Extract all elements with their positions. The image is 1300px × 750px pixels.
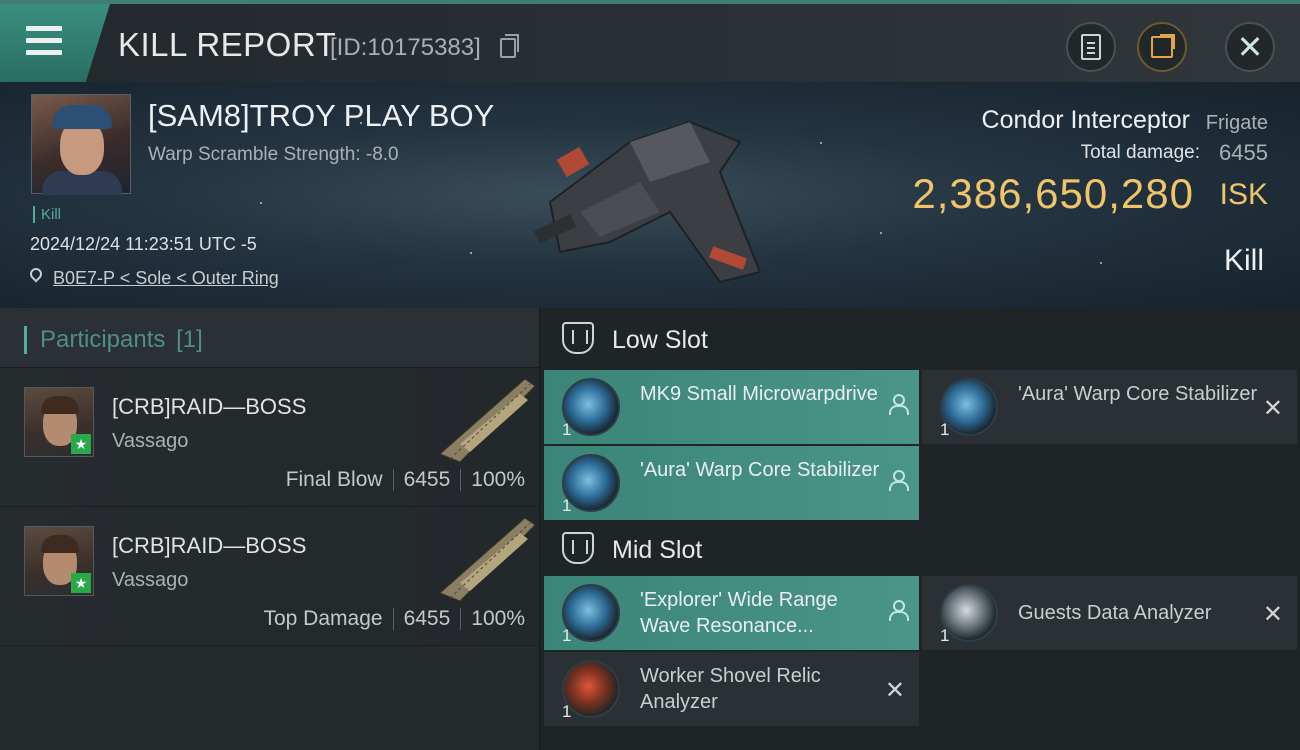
active-user-icon bbox=[889, 600, 909, 626]
hamburger-menu-icon bbox=[26, 26, 62, 56]
share-button[interactable] bbox=[1137, 22, 1187, 72]
close-button[interactable]: ✕ bbox=[1225, 22, 1275, 72]
module-name: 'Aura' Warp Core Stabilizer bbox=[1018, 383, 1258, 405]
participant-avatar[interactable]: ★ bbox=[24, 526, 94, 596]
kill-datetime: 2024/12/24 11:23:51 UTC -5 bbox=[30, 234, 257, 254]
participants-panel: Participants [1] ★ [CRB]RAID—BOSS Vassag… bbox=[0, 308, 540, 750]
module-quantity: 1 bbox=[562, 702, 572, 721]
participant-name: [CRB]RAID—BOSS bbox=[112, 394, 307, 419]
participants-header: Participants [1] bbox=[0, 308, 539, 368]
module-name: Guests Data Analyzer bbox=[1018, 602, 1212, 624]
low-slot-label: Low Slot bbox=[612, 326, 708, 354]
victim-avatar[interactable] bbox=[31, 94, 131, 195]
mid-slot-label: Mid Slot bbox=[612, 536, 703, 564]
participant-stats: Final Blow 6455 100% bbox=[286, 468, 525, 492]
participant-ship-image bbox=[439, 378, 536, 463]
module-wave-resonance-scanner[interactable]: 1 'Explorer' Wide Range Wave Resonance..… bbox=[544, 576, 919, 650]
close-icon: ✕ bbox=[1236, 29, 1264, 65]
participant-stats: Top Damage 6455 100% bbox=[263, 607, 525, 631]
module-quantity: 1 bbox=[940, 420, 950, 439]
kill-result: Kill bbox=[1223, 244, 1264, 277]
copy-id-icon[interactable] bbox=[500, 34, 519, 58]
share-icon bbox=[1151, 34, 1175, 58]
destroyed-x-icon: ✕ bbox=[1262, 601, 1283, 628]
module-relic-analyzer[interactable]: 1 Worker Shovel Relic Analyzer ✕ bbox=[544, 652, 919, 726]
module-warp-core-stabilizer[interactable]: 1 'Aura' Warp Core Stabilizer bbox=[544, 446, 919, 520]
kill-id: [ID:10175383] bbox=[330, 34, 481, 61]
active-user-icon bbox=[889, 470, 909, 496]
active-user-icon bbox=[889, 394, 909, 420]
isk-value: 2,386,650,280 bbox=[912, 170, 1194, 217]
participant-damage: 6455 bbox=[403, 468, 451, 491]
module-quantity: 1 bbox=[562, 420, 572, 439]
participants-label: Participants bbox=[40, 326, 166, 353]
victim-ship-name[interactable]: Condor Interceptor bbox=[982, 106, 1190, 135]
participant-role: Top Damage bbox=[263, 607, 383, 630]
warp-scramble-strength: Warp Scramble Strength: -8.0 bbox=[148, 144, 399, 165]
total-damage-label: Total damage: bbox=[1080, 142, 1200, 163]
destroyed-x-icon: ✕ bbox=[1262, 395, 1283, 422]
module-warp-core-stabilizer[interactable]: 1 'Aura' Warp Core Stabilizer ✕ bbox=[922, 370, 1297, 444]
module-name: 'Aura' Warp Core Stabilizer bbox=[640, 459, 880, 481]
participant-row[interactable]: ★ [CRB]RAID—BOSS Vassago Final Blow 6455… bbox=[0, 368, 539, 507]
module-name: Worker Shovel Relic Analyzer bbox=[640, 665, 821, 713]
participant-ship-image bbox=[439, 517, 536, 602]
module-quantity: 1 bbox=[562, 496, 572, 515]
page-title: KILL REPORT bbox=[118, 26, 337, 63]
kill-tag: Kill bbox=[33, 206, 61, 223]
low-slot-header: Low Slot bbox=[540, 308, 1300, 368]
total-damage-value: 6455 bbox=[1219, 140, 1268, 165]
participant-name: [CRB]RAID—BOSS bbox=[112, 533, 307, 558]
module-name: 'Explorer' Wide Range Wave Resonance... bbox=[640, 589, 838, 637]
top-bar: KILL REPORT [ID:10175383] ✕ bbox=[0, 0, 1300, 82]
participant-percent: 100% bbox=[471, 607, 525, 630]
participant-percent: 100% bbox=[471, 468, 525, 491]
destroyed-x-icon: ✕ bbox=[884, 677, 905, 704]
kill-location-link[interactable]: B0E7-P < Sole < Outer Ring bbox=[53, 268, 279, 289]
module-name: MK9 Small Microwarpdrive bbox=[640, 383, 878, 405]
module-microwarpdrive[interactable]: 1 MK9 Small Microwarpdrive bbox=[544, 370, 919, 444]
isk-unit: ISK bbox=[1219, 178, 1268, 211]
participant-ship: Vassago bbox=[112, 569, 189, 591]
participants-count: [1] bbox=[176, 326, 203, 353]
victim-name[interactable]: [SAM8]TROY PLAY BOY bbox=[148, 98, 494, 134]
fitting-panel: Low Slot 1 MK9 Small Microwarpdrive 1 'A… bbox=[540, 308, 1300, 750]
menu-button[interactable] bbox=[0, 4, 110, 82]
low-slot-icon bbox=[562, 322, 594, 354]
clipboard-button[interactable] bbox=[1066, 22, 1116, 72]
module-quantity: 1 bbox=[562, 626, 572, 645]
module-quantity: 1 bbox=[940, 626, 950, 645]
module-data-analyzer[interactable]: 1 Guests Data Analyzer ✕ bbox=[922, 576, 1297, 650]
mid-slot-header: Mid Slot bbox=[540, 518, 1300, 578]
star-badge-icon: ★ bbox=[71, 434, 91, 454]
participant-ship: Vassago bbox=[112, 430, 189, 452]
location-pin-icon bbox=[27, 265, 45, 283]
participant-avatar[interactable]: ★ bbox=[24, 387, 94, 457]
victim-banner: [SAM8]TROY PLAY BOY Warp Scramble Streng… bbox=[0, 82, 1300, 308]
victim-ship-class: Frigate bbox=[1205, 112, 1268, 134]
mid-slot-icon bbox=[562, 532, 594, 564]
participant-row[interactable]: ★ [CRB]RAID—BOSS Vassago Top Damage 6455… bbox=[0, 507, 539, 646]
participant-damage: 6455 bbox=[403, 607, 451, 630]
star-badge-icon: ★ bbox=[71, 573, 91, 593]
clipboard-icon bbox=[1081, 34, 1101, 60]
participant-role: Final Blow bbox=[285, 468, 383, 491]
victim-ship-image[interactable] bbox=[520, 102, 780, 292]
